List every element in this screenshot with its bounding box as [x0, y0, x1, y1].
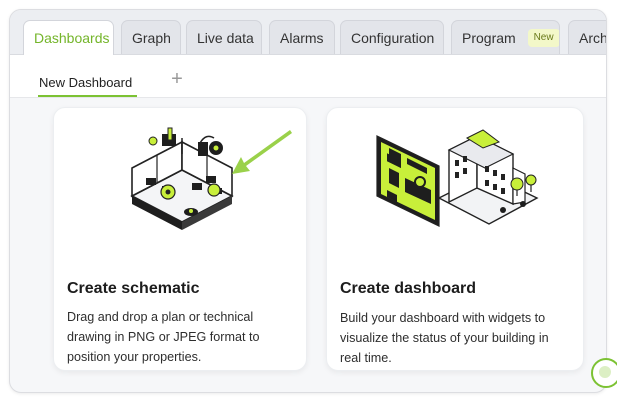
dashboard-tab-bar: New Dashboard + [10, 55, 606, 98]
dashboard-illustration [376, 129, 539, 227]
plus-icon: + [171, 68, 183, 90]
tab-label: Dashboards [34, 30, 110, 46]
tab-label: Alarms [280, 30, 324, 46]
schematic-illustration [130, 127, 292, 230]
active-subtab-indicator [38, 95, 137, 97]
chat-icon [599, 366, 611, 378]
create-dashboard-card[interactable]: Create dashboard Build your dashboard wi… [326, 107, 584, 371]
new-badge: New [527, 29, 559, 48]
create-schematic-card[interactable]: Create schematic Drag and drop a plan or… [53, 107, 307, 371]
card-description: Drag and drop a plan or technical drawin… [67, 310, 260, 364]
tab-label: Arch [579, 30, 607, 46]
tab-configuration[interactable]: Configuration [340, 20, 444, 54]
subtab-new-dashboard[interactable]: New Dashboard [39, 75, 132, 90]
tab-label: Graph [132, 30, 171, 46]
add-dashboard-button[interactable]: + [167, 69, 187, 89]
tab-arch[interactable]: Arch [568, 20, 607, 54]
tab-alarms[interactable]: Alarms [269, 20, 335, 54]
tab-graph[interactable]: Graph [121, 20, 181, 54]
card-title: Create schematic [67, 280, 200, 297]
tree-icon [510, 177, 524, 191]
tab-live-data[interactable]: Live data [186, 20, 262, 54]
app-window: Dashboards Graph Live data Alarms Config… [9, 9, 607, 393]
tab-label: Program [462, 30, 516, 46]
pin-icon [207, 183, 221, 197]
tab-label: Live data [197, 30, 254, 46]
tab-program[interactable]: Program New [451, 20, 560, 54]
tab-label: Configuration [351, 30, 435, 46]
main-tab-bar: Dashboards Graph Live data Alarms Config… [10, 10, 606, 55]
tree-icon [525, 174, 537, 186]
arrow-icon [232, 130, 292, 174]
help-chat-button[interactable] [591, 358, 617, 388]
card-description: Build your dashboard with widgets to vis… [340, 311, 549, 365]
card-title: Create dashboard [340, 280, 477, 297]
tab-dashboards[interactable]: Dashboards [23, 20, 114, 55]
